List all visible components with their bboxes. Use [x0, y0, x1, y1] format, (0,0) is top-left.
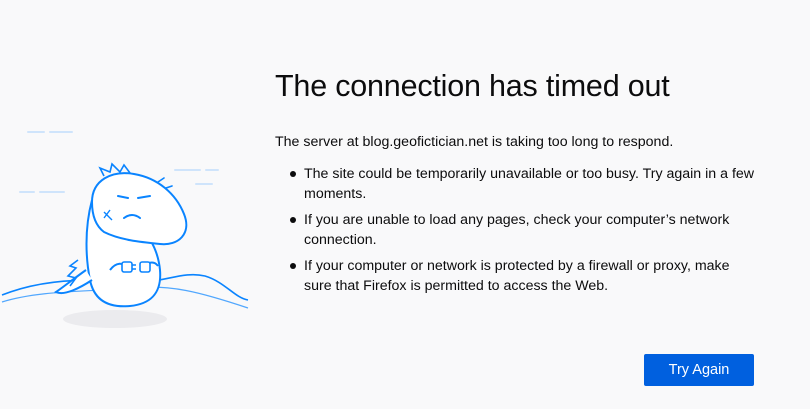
try-again-button[interactable]: Try Again	[644, 354, 754, 386]
list-item: The site could be temporarily unavailabl…	[290, 164, 759, 204]
page-title: The connection has timed out	[275, 69, 670, 103]
error-description: The server at blog.geofictician.net is t…	[275, 134, 674, 150]
dino-cable-illustration	[1, 131, 249, 328]
plug-icon	[121, 261, 133, 273]
error-content: The connection has timed out The server …	[275, 66, 775, 302]
reasons-list: The site could be temporarily unavailabl…	[275, 164, 775, 296]
dino-head	[90, 172, 188, 246]
error-page: The connection has timed out The server …	[0, 0, 810, 409]
list-item: If your computer or network is protected…	[290, 256, 759, 296]
socket-icon	[139, 261, 151, 273]
dino-shadow	[63, 310, 167, 328]
list-item: If you are unable to load any pages, che…	[290, 210, 759, 250]
